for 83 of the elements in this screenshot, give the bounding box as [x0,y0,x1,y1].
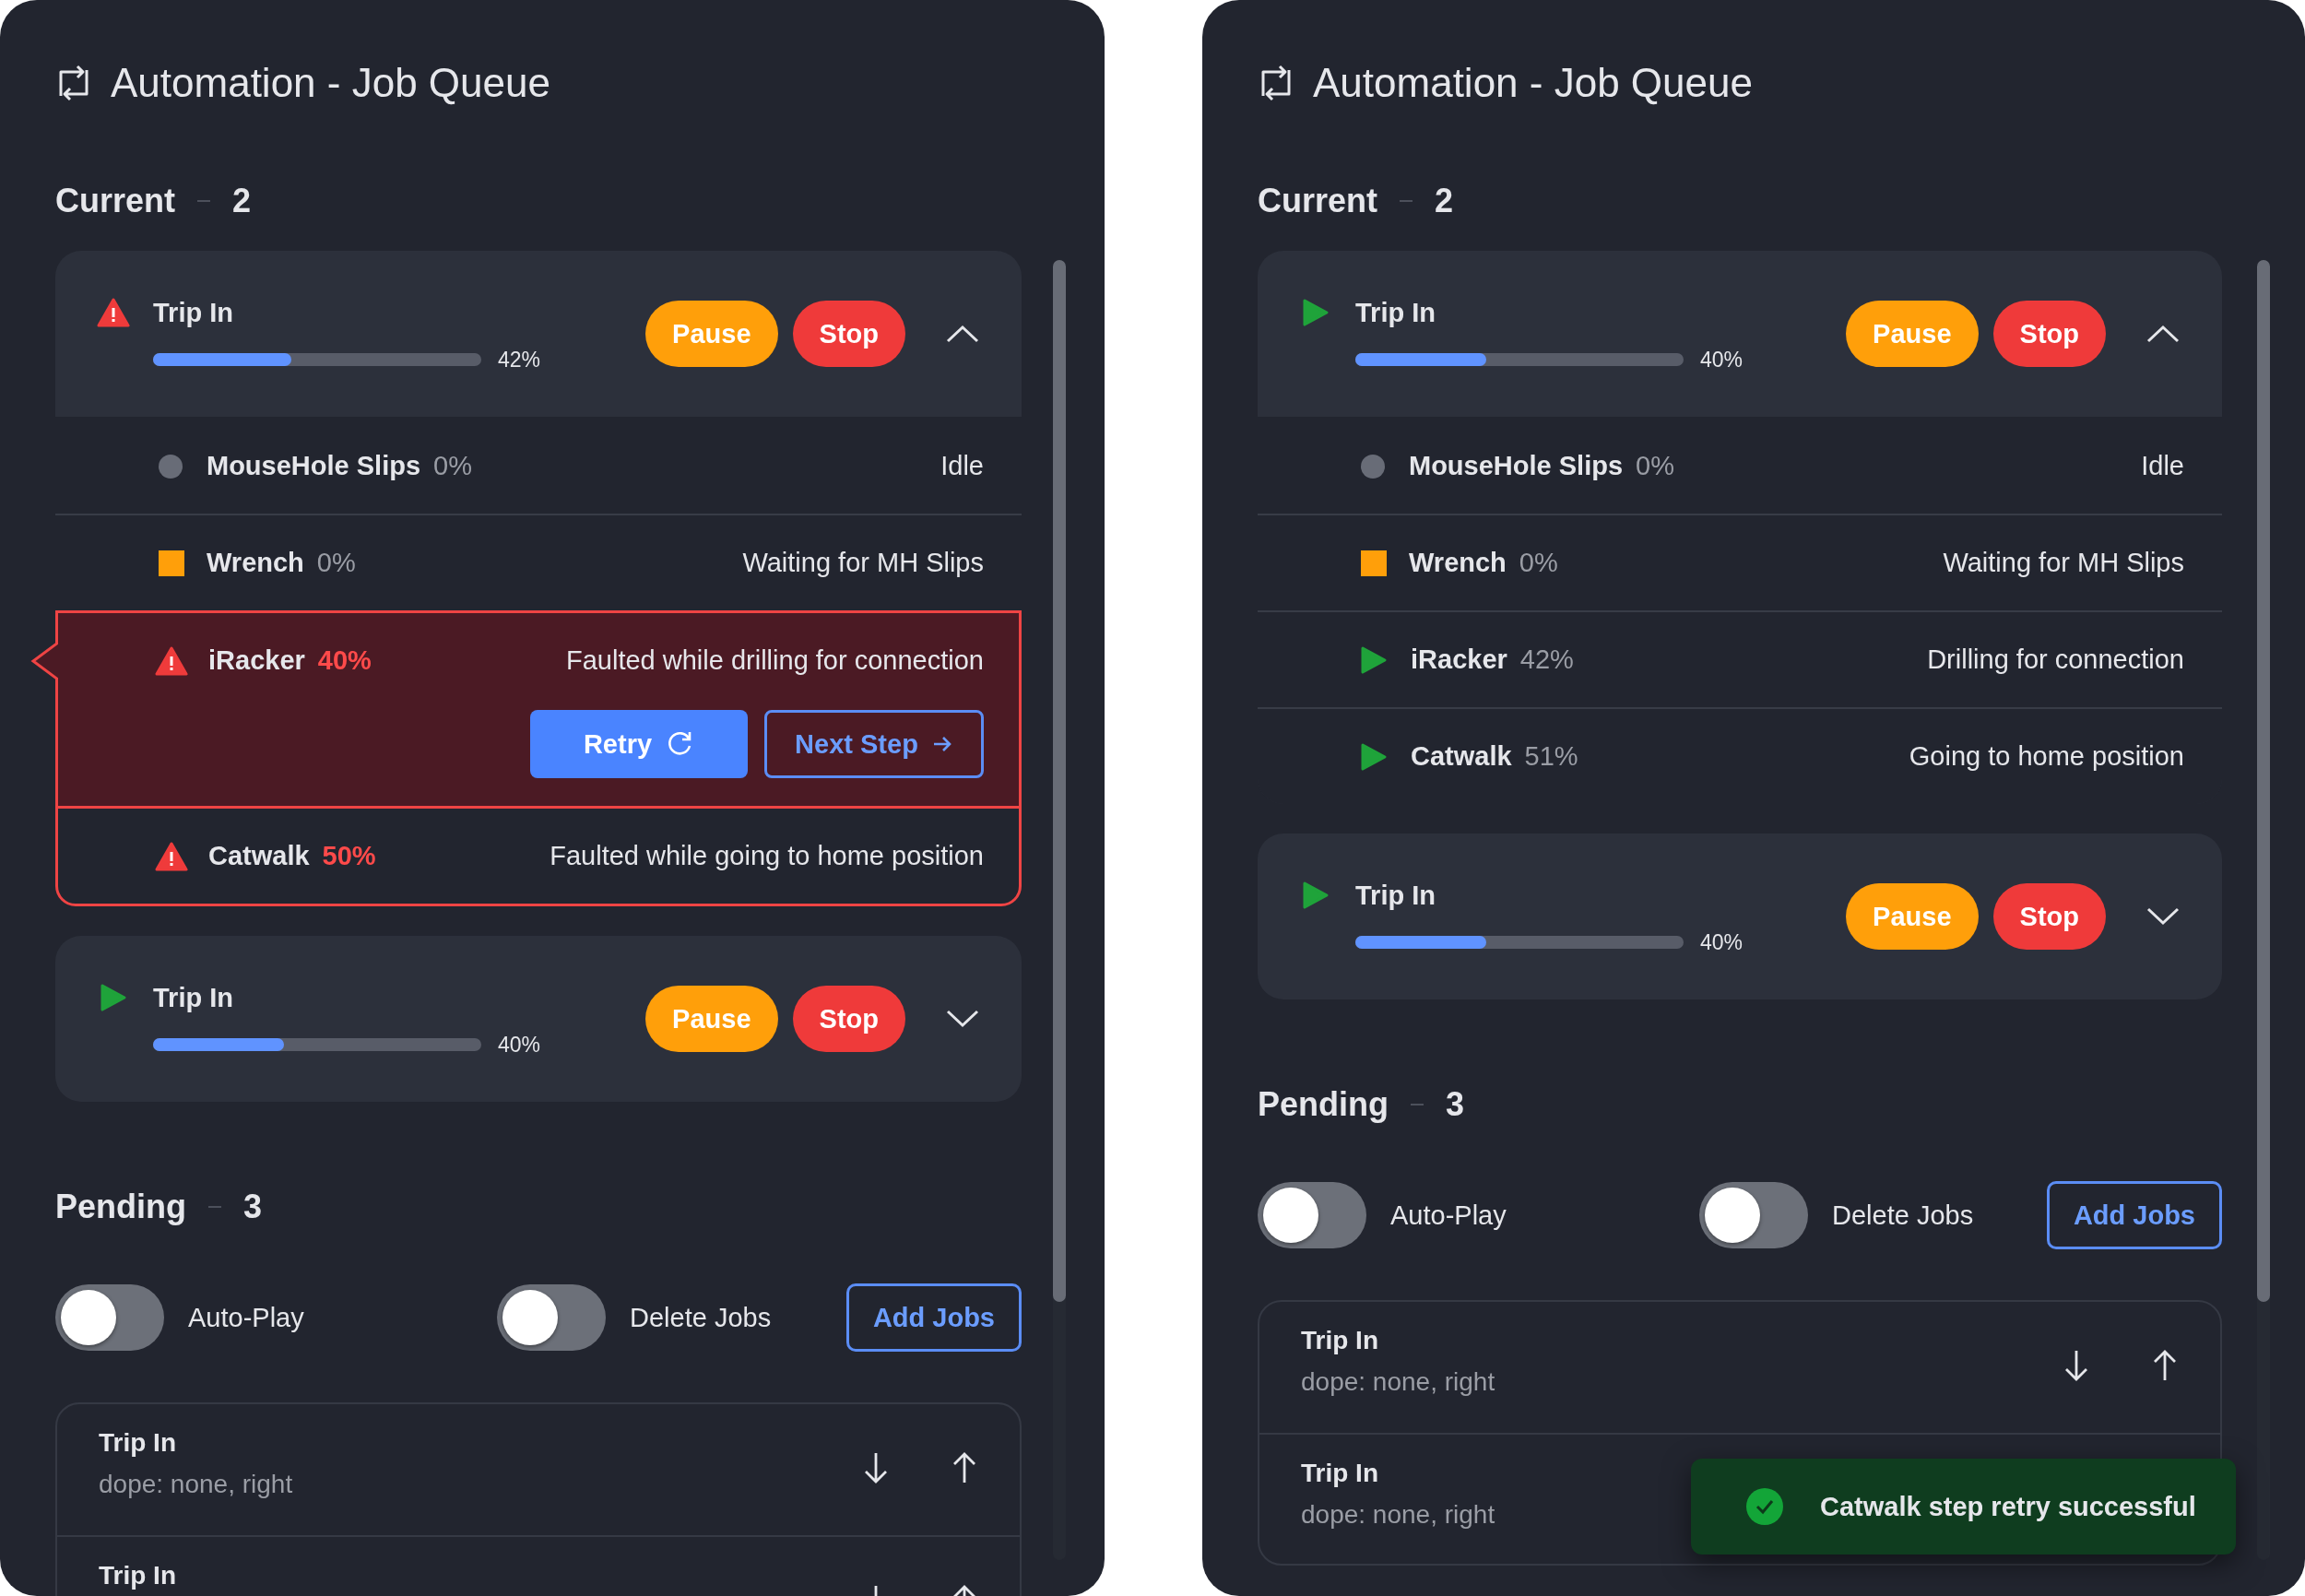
step-percent: 0% [1636,451,1674,481]
scrollbar-track[interactable] [2257,260,2270,1560]
step-row[interactable]: MouseHole Slips 0% Idle [1258,417,2222,514]
step-row[interactable]: Wrench 0% Waiting for MH Slips [1258,514,2222,610]
step-row[interactable]: Catwalk 51% Going to home position [1258,707,2222,804]
pending-job-detail: dope: none, right [1301,1366,1495,1398]
pending-job-row[interactable]: Trip In dope: none, right [1259,1302,2220,1433]
chevron-up-icon[interactable] [2146,325,2180,343]
chevron-down-icon[interactable] [2146,907,2180,926]
step-percent: 0% [1519,548,1558,578]
step-percent: 50% [322,841,376,871]
job-name: Trip In [1355,297,1436,328]
scrollbar-thumb[interactable] [2257,260,2270,1302]
step-percent: 0% [316,548,356,578]
step-row[interactable]: MouseHole Slips 0% Idle [55,417,1022,514]
section-heading: Current [1258,182,1377,220]
callout-pointer [30,641,58,681]
step-name: Wrench [1409,548,1507,578]
add-jobs-button[interactable]: Add Jobs [845,1283,1022,1352]
step-status: Drilling for connection [1927,644,2184,675]
panel-title: Automation - Job Queue [111,60,550,106]
check-circle-icon [1746,1488,1783,1525]
scrollbar-thumb[interactable] [1053,260,1066,1302]
add-jobs-button[interactable]: Add Jobs [2046,1181,2222,1249]
scrollbar-track[interactable] [1053,260,1066,1560]
job-name: Trip In [1355,880,1436,911]
toggle-label: Auto-Play [1390,1200,1507,1231]
step-percent: 42% [1519,644,1574,675]
stop-button[interactable]: Stop [792,986,905,1052]
pending-job-detail: dope: none, right [99,1469,293,1500]
stop-button[interactable]: Stop [792,301,905,367]
section-count: 3 [243,1188,263,1226]
arrow-down-icon[interactable] [2063,1349,2090,1382]
progress-percent: 40% [498,1032,541,1058]
step-name: iRacker [208,645,305,676]
pending-job-name: Trip In [99,1427,176,1459]
next-step-button[interactable]: Next Step [764,710,984,778]
panel-title: Automation - Job Queue [1313,60,1753,106]
step-name: Wrench [207,548,304,578]
toast-message: Catwalk step retry successful [1820,1491,2196,1522]
chevron-up-icon[interactable] [946,325,979,343]
step-name: MouseHole Slips [1409,451,1624,481]
step-status: Idle [2141,451,2184,481]
stop-button[interactable]: Stop [1992,883,2106,950]
section-heading: Current [55,182,175,220]
job-name: Trip In [153,297,233,328]
section-count: 2 [1435,182,1454,220]
section-count: 2 [232,182,252,220]
toggle-label: Delete Jobs [1832,1200,1974,1231]
progress-percent: 40% [1700,347,1744,372]
section-count: 3 [1446,1085,1465,1124]
pending-job-name: Trip In [1301,1325,1378,1356]
pending-job-detail: dope: none, right [1301,1499,1495,1531]
step-status: Idle [940,451,984,481]
progress-percent: 42% [498,347,541,372]
step-row[interactable]: Catwalk 50% Faulted while going to home position [55,806,1022,906]
section-heading: Pending [55,1188,186,1226]
retry-button[interactable]: Retry [530,710,748,778]
step-name: Catwalk [1411,741,1512,772]
toggle-label: Auto-Play [188,1302,304,1333]
arrow-down-icon[interactable] [862,1451,890,1484]
step-percent: 40% [317,645,372,676]
pending-job-row[interactable]: Trip In dope: none, right [57,1404,1020,1535]
chevron-down-icon[interactable] [946,1010,979,1028]
step-row[interactable]: iRacker 42% Drilling for connection [1258,610,2222,707]
step-percent: 51% [1524,741,1578,772]
step-name: iRacker [1411,644,1507,675]
pending-job-name: Trip In [99,1560,176,1591]
job-name: Trip In [153,982,233,1013]
toggle-label: Delete Jobs [630,1302,772,1333]
step-name: Catwalk [208,841,310,871]
stop-button[interactable]: Stop [1992,301,2106,367]
pending-job-row[interactable]: Trip In [57,1535,1020,1596]
step-name: MouseHole Slips [207,451,421,481]
step-status: Going to home position [1909,741,2184,772]
step-status: Waiting for MH Slips [742,548,984,578]
step-status: Faulted while drilling for connection [566,645,984,676]
step-status: Faulted while going to home position [550,841,984,871]
step-percent: 0% [433,451,472,481]
step-status: Waiting for MH Slips [1943,548,2184,578]
section-heading: Pending [1258,1085,1389,1124]
pending-job-name: Trip In [1301,1458,1378,1489]
progress-percent: 40% [1700,929,1744,955]
